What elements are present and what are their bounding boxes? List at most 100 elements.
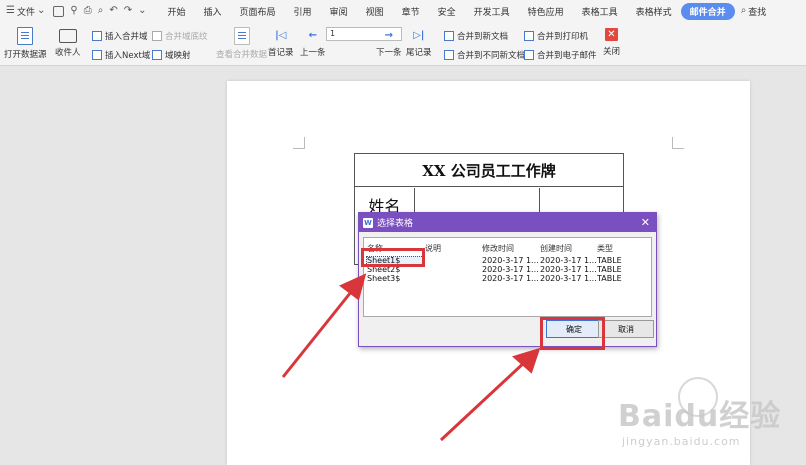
open-data-source-button[interactable]: 打开数据源 xyxy=(4,27,47,60)
row-type: TABLE xyxy=(597,265,622,274)
recipients-button[interactable]: 收件人 xyxy=(55,27,81,58)
highlight-box-sheet1 xyxy=(361,248,425,267)
close-merge-button[interactable]: ✕ 关闭 xyxy=(603,28,620,57)
field-mapping-button[interactable]: 域映射 xyxy=(152,49,191,61)
view-merged-data-button[interactable]: 查看合并数据 xyxy=(216,27,267,60)
merge-to-printer-button[interactable]: 合并到打印机 xyxy=(524,30,588,42)
row-created: 2020-3-17 1... xyxy=(540,274,597,283)
dialog-title: 选择表格 xyxy=(377,219,414,229)
tab-references[interactable]: 引用 xyxy=(285,5,321,18)
tab-table-tools[interactable]: 表格工具 xyxy=(573,5,627,18)
printer-icon xyxy=(524,31,534,41)
table-title: XX 公司员工工作牌 xyxy=(355,154,623,187)
tab-developer[interactable]: 开发工具 xyxy=(465,5,519,18)
merge-field-shading-label: 合并域底纹 xyxy=(165,32,208,42)
chevron-down-icon: ⌄ xyxy=(36,5,46,16)
app-icon: W xyxy=(363,217,373,228)
print-icon[interactable]: ⎙ xyxy=(84,6,92,16)
merge-to-different-docs-button[interactable]: 合并到不同新文档 xyxy=(444,49,525,61)
search-icon: ⌕ xyxy=(740,5,747,16)
merge-to-printer-label: 合并到打印机 xyxy=(537,32,589,42)
open-data-source-label: 打开数据源 xyxy=(4,50,47,60)
watermark-logo: Baidu经验 xyxy=(618,399,782,434)
file-menu[interactable]: ☰ 文件 ⌄ xyxy=(6,5,45,18)
merge-to-email-label: 合并到电子邮件 xyxy=(537,51,597,61)
dialog-close-icon[interactable]: ✕ xyxy=(641,216,650,229)
new-doc-icon xyxy=(444,31,454,41)
tab-special-apps[interactable]: 特色应用 xyxy=(519,5,573,18)
margin-mark xyxy=(293,137,305,149)
merge-field-shading-button[interactable]: 合并域底纹 xyxy=(152,30,208,42)
next-icon: → xyxy=(384,30,393,41)
select-table-dialog: W 选择表格 ✕ 名称 说明 修改时间 创建时间 类型 Sheet1$ 2020… xyxy=(358,212,657,347)
tab-insert[interactable]: 插入 xyxy=(195,5,231,18)
insert-merge-field-label: 插入合并域 xyxy=(105,32,148,42)
mapping-icon xyxy=(152,50,162,60)
tab-review[interactable]: 审阅 xyxy=(321,5,357,18)
tab-section[interactable]: 章节 xyxy=(393,5,429,18)
ribbon-mail-merge: 打开数据源 收件人 插入合并域 合并域底纹 插入Next域 域映射 查看合并数据… xyxy=(0,22,806,66)
merge-field-icon xyxy=(92,31,102,41)
highlight-box-ok xyxy=(540,317,605,350)
watermark-url: jingyan.baidu.com xyxy=(622,435,741,448)
baidu-watermark: Baidu经验 jingyan.baidu.com xyxy=(618,377,798,459)
view-merged-data-label: 查看合并数据 xyxy=(216,50,268,60)
file-menu-label: 文件 xyxy=(16,7,35,18)
envelope-icon xyxy=(58,29,77,43)
redo-icon[interactable]: ↷ xyxy=(124,6,132,16)
tab-table-style[interactable]: 表格样式 xyxy=(627,5,681,18)
tab-security[interactable]: 安全 xyxy=(429,5,465,18)
tab-view[interactable]: 视图 xyxy=(357,5,393,18)
tab-page-layout[interactable]: 页面布局 xyxy=(231,5,285,18)
field-mapping-label: 域映射 xyxy=(165,51,191,61)
tab-home[interactable]: 开始 xyxy=(158,5,194,18)
insert-next-field-button[interactable]: 插入Next域 xyxy=(92,49,150,61)
insert-merge-field-button[interactable]: 插入合并域 xyxy=(92,30,148,42)
last-record-button[interactable]: ▷| 尾记录 xyxy=(406,30,432,58)
row-modified: 2020-3-17 1... xyxy=(482,265,539,274)
next-field-icon xyxy=(92,50,102,60)
merge-to-new-doc-button[interactable]: 合并到新文档 xyxy=(444,30,508,42)
undo-icon[interactable]: ↶ xyxy=(109,6,117,16)
column-header-type[interactable]: 类型 xyxy=(597,243,613,254)
email-icon xyxy=(524,50,534,60)
previous-record-label: 上一条 xyxy=(300,48,326,58)
row-modified: 2020-3-17 1... xyxy=(482,256,539,265)
first-record-button[interactable]: |◁ 首记录 xyxy=(268,30,294,58)
recipients-label: 收件人 xyxy=(55,48,81,58)
next-record-label: 下一条 xyxy=(376,48,402,58)
tab-mail-merge[interactable]: 邮件合并 xyxy=(680,2,735,20)
row-name: Sheet3$ xyxy=(367,274,401,283)
row-type: TABLE xyxy=(597,274,622,283)
column-header-description[interactable]: 说明 xyxy=(425,243,441,254)
different-docs-icon xyxy=(444,50,454,60)
last-record-label: 尾记录 xyxy=(406,48,432,58)
ribbon-tabs: 开始 插入 页面布局 引用 审阅 视图 章节 安全 开发工具 特色应用 表格工具… xyxy=(158,2,735,20)
dialog-title-bar: W 选择表格 ✕ xyxy=(359,213,656,232)
customize-icon[interactable]: ⌄ xyxy=(138,6,146,16)
next-record-button[interactable]: → 下一条 xyxy=(376,30,402,58)
print-preview-icon[interactable]: ⌕ xyxy=(98,6,104,16)
row-type: TABLE xyxy=(597,256,622,265)
margin-mark xyxy=(672,137,684,149)
last-record-icon: ▷| xyxy=(413,30,425,41)
insert-next-field-label: 插入Next域 xyxy=(105,51,151,61)
hamburger-icon: ☰ xyxy=(6,5,15,16)
row-modified: 2020-3-17 1... xyxy=(482,274,539,283)
search-label: 查找 xyxy=(748,7,767,18)
row-created: 2020-3-17 1... xyxy=(540,265,597,274)
menu-bar: ☰ 文件 ⌄ ⚲ ⎙ ⌕ ↶ ↷ ⌄ 开始 插入 页面布局 引用 审阅 视图 章… xyxy=(0,0,806,22)
first-record-icon: |◁ xyxy=(275,30,287,41)
merge-to-email-button[interactable]: 合并到电子邮件 xyxy=(524,49,597,61)
cancel-button[interactable]: 取消 xyxy=(598,320,654,338)
merge-to-different-docs-label: 合并到不同新文档 xyxy=(457,51,526,61)
search-button[interactable]: ⌕ 查找 xyxy=(741,5,767,18)
save-icon[interactable] xyxy=(53,5,65,17)
previous-icon: ← xyxy=(308,30,317,41)
row-created: 2020-3-17 1... xyxy=(540,256,597,265)
column-header-created[interactable]: 创建时间 xyxy=(540,243,572,254)
previous-record-button[interactable]: ← 上一条 xyxy=(300,30,326,58)
merge-to-new-doc-label: 合并到新文档 xyxy=(457,32,509,42)
format-painter-icon[interactable]: ⚲ xyxy=(70,6,77,16)
column-header-modified[interactable]: 修改时间 xyxy=(482,243,514,254)
